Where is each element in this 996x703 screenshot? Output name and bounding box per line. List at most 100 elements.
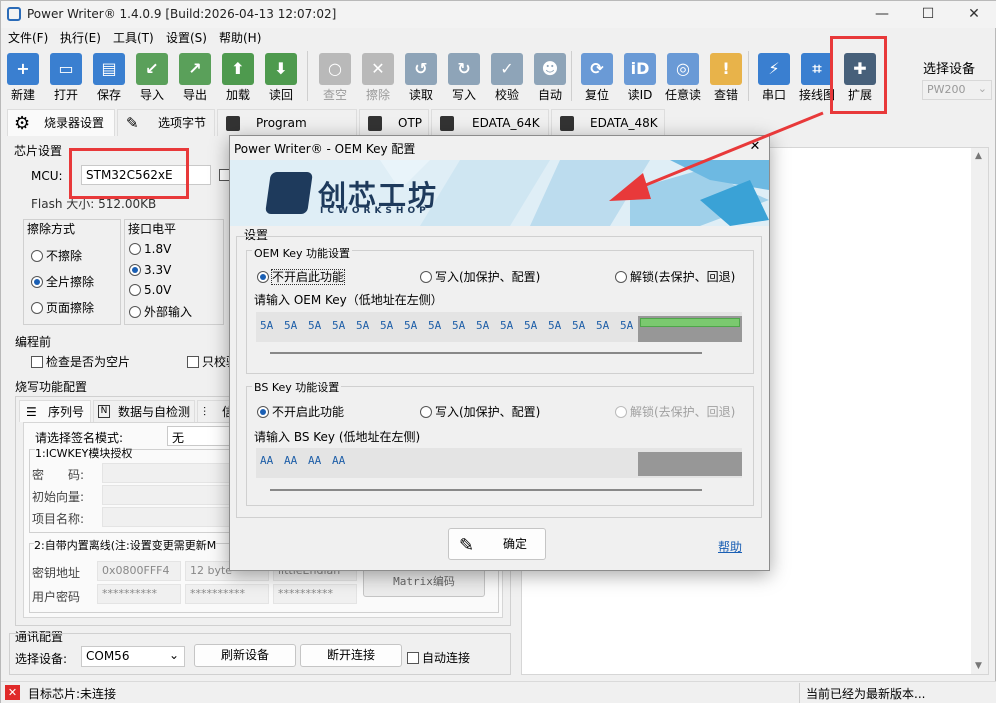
toolbar-button-open-folder[interactable]: ▭ 打开 <box>46 51 86 103</box>
bs-key-input[interactable]: AA AA AA AA <box>256 448 742 478</box>
toolbar-button-save[interactable]: ▤ 保存 <box>89 51 129 103</box>
oem-option-disable[interactable]: 不开启此功能 <box>257 268 346 285</box>
id-icon: iD <box>624 53 656 85</box>
minimize-button[interactable]: — <box>859 1 905 28</box>
erase-option-none[interactable]: 不擦除 <box>31 247 82 264</box>
com-port-select[interactable]: COM56 ⌄ <box>81 646 185 667</box>
project-label: 项目名称: <box>32 512 85 526</box>
device-select-label: 选择设备 <box>923 62 976 77</box>
tab-option-bytes[interactable]: ✎ 选项字节 <box>117 109 215 136</box>
oem-option-write[interactable]: 写入(加保护、配置) <box>420 268 540 285</box>
serial-port-icon: ⚡ <box>758 53 790 85</box>
oem-key-input[interactable]: 5A 5A 5A 5A 5A 5A 5A 5A 5A 5A 5A 5A 5A 5A 5A 5A <box>256 312 742 342</box>
bs-option-disable[interactable]: 不开启此功能 <box>257 403 344 420</box>
maximize-button[interactable]: ☐ <box>905 1 951 28</box>
list-icon: ☰ <box>26 405 37 419</box>
key-addr-field[interactable]: 0x0800FFF4 <box>97 561 181 581</box>
voltage-external[interactable]: 外部输入 <box>129 303 192 320</box>
voltage-1v8[interactable]: 1.8V <box>129 242 171 256</box>
verify-icon: ✓ <box>491 53 523 85</box>
toolbar-button-write[interactable]: ↻ 写入 <box>444 51 484 103</box>
oem-key-bytes: 5A 5A 5A 5A 5A 5A 5A 5A 5A 5A 5A 5A 5A 5A 5A 5A <box>260 319 644 332</box>
toolbar-button-export[interactable]: ↗ 导出 <box>175 51 215 103</box>
user-pwd-value: ********** <box>190 587 245 600</box>
user-pwd-1[interactable]: ********** <box>97 584 181 604</box>
toolbar-button-load[interactable]: ⬆ 加载 <box>218 51 258 103</box>
reset-icon: ⟳ <box>581 53 613 85</box>
bs-key-scrollbar[interactable] <box>270 489 702 491</box>
tab-otp[interactable]: OTP <box>359 109 429 136</box>
erase-option-full[interactable]: 全片擦除 <box>31 273 94 290</box>
icwkey-title: 1:ICWKEY模块授权 <box>35 445 133 461</box>
voltage-5v0[interactable]: 5.0V <box>129 283 171 297</box>
scroll-up-icon[interactable]: ▲ <box>975 151 982 161</box>
sign-mode-select[interactable]: 无 <box>167 426 231 446</box>
help-link[interactable]: 帮助 <box>718 538 742 555</box>
toolbar-button-serial-port[interactable]: ⚡ 串口 <box>754 51 794 103</box>
tab-label: OTP <box>398 116 423 130</box>
toolbar-button-read[interactable]: ↺ 读取 <box>401 51 441 103</box>
bs-option-unlock[interactable]: 解锁(去保护、回退) <box>615 403 735 420</box>
bs-key-bytes: AA AA AA AA <box>260 454 356 467</box>
load-icon: ⬆ <box>222 53 254 85</box>
subtab-info[interactable]: ⫶ 信 <box>197 400 234 422</box>
menu-file[interactable]: 文件(F) <box>8 29 48 46</box>
password-field[interactable] <box>102 463 232 483</box>
toolbar-button-erase[interactable]: ✕ 擦除 <box>358 51 398 103</box>
menu-help[interactable]: 帮助(H) <box>219 29 261 46</box>
key-byte: 5A <box>596 319 610 332</box>
user-pwd-2[interactable]: ********** <box>185 584 269 604</box>
menu-execute[interactable]: 执行(E) <box>60 29 101 46</box>
scroll-down-icon[interactable]: ▼ <box>975 661 982 671</box>
toolbar-button-label: 读取 <box>408 88 433 102</box>
bs-key-title: BS Key 功能设置 <box>252 379 342 395</box>
voltage-3v3[interactable]: 3.3V <box>129 263 171 277</box>
toolbar-button-verify[interactable]: ✓ 校验 <box>487 51 527 103</box>
toolbar-button-any-read[interactable]: ◎ 任意读 <box>663 51 703 103</box>
menu-settings[interactable]: 设置(S) <box>166 29 207 46</box>
toolbar-button-robot[interactable]: ☻ 自动 <box>530 51 570 103</box>
oem-option-unlock[interactable]: 解锁(去保护、回退) <box>615 268 735 285</box>
auto-connect-checkbox[interactable]: 自动连接 <box>407 649 470 666</box>
tab-program-memory[interactable]: Program Memory <box>217 109 357 157</box>
project-field[interactable] <box>102 507 232 527</box>
menu-tools[interactable]: 工具(T) <box>113 29 154 46</box>
tab-edata-64k[interactable]: EDATA_64K <box>431 109 549 136</box>
subtab-serial[interactable]: ☰ 序列号 <box>19 400 91 422</box>
refresh-device-button[interactable]: 刷新设备 <box>194 644 296 667</box>
key-byte: 5A <box>404 319 418 332</box>
toolbar-button-readback[interactable]: ⬇ 读回 <box>261 51 301 103</box>
oem-key-scrollbar[interactable] <box>270 352 702 354</box>
check-empty-checkbox[interactable]: 检查是否为空片 <box>31 353 130 370</box>
radio-selected-icon <box>257 271 269 283</box>
toolbar-button-import[interactable]: ↙ 导入 <box>132 51 172 103</box>
device-model-select[interactable]: PW200 ⌄ <box>922 80 992 100</box>
output-scrollbar[interactable] <box>971 148 988 674</box>
ok-button-label: 确定 <box>503 537 528 551</box>
key-byte: 5A <box>572 319 586 332</box>
toolbar-button-label: 查空 <box>322 88 347 102</box>
toolbar-button-reset[interactable]: ⟳ 复位 <box>577 51 617 103</box>
subtab-data-selftest[interactable]: N 数据与自检测 <box>93 400 195 422</box>
readback-icon: ⬇ <box>265 53 297 85</box>
toolbar-button-error-check[interactable]: ! 查错 <box>706 51 746 103</box>
toolbar-button-check-empty[interactable]: ○ 查空 <box>315 51 355 103</box>
bs-option-write[interactable]: 写入(加保护、配置) <box>420 403 540 420</box>
edit-icon: ✎ <box>459 535 475 556</box>
ok-button[interactable]: ✎ 确定 <box>448 528 546 560</box>
user-pwd-3[interactable]: ********** <box>273 584 357 604</box>
disconnect-button[interactable]: 断开连接 <box>300 644 402 667</box>
key-byte: 5A <box>260 319 274 332</box>
vector-field[interactable] <box>102 485 232 505</box>
key-byte: 5A <box>332 319 346 332</box>
radio-icon <box>31 302 43 314</box>
erase-option-page[interactable]: 页面擦除 <box>31 299 94 316</box>
matrix-encode-button[interactable]: Matrix编码 <box>363 567 485 597</box>
toolbar-button-id[interactable]: iD 读ID <box>620 51 660 103</box>
toolbar-button-label: 自动 <box>537 88 562 102</box>
memory-chip-icon <box>368 116 382 131</box>
toolbar-button-new[interactable]: + 新建 <box>3 51 43 103</box>
key-addr-label: 密钥地址 <box>32 566 81 580</box>
close-button[interactable]: ✕ <box>951 1 996 28</box>
tab-programmer-settings[interactable]: ⚙ 烧录器设置 <box>7 109 115 136</box>
